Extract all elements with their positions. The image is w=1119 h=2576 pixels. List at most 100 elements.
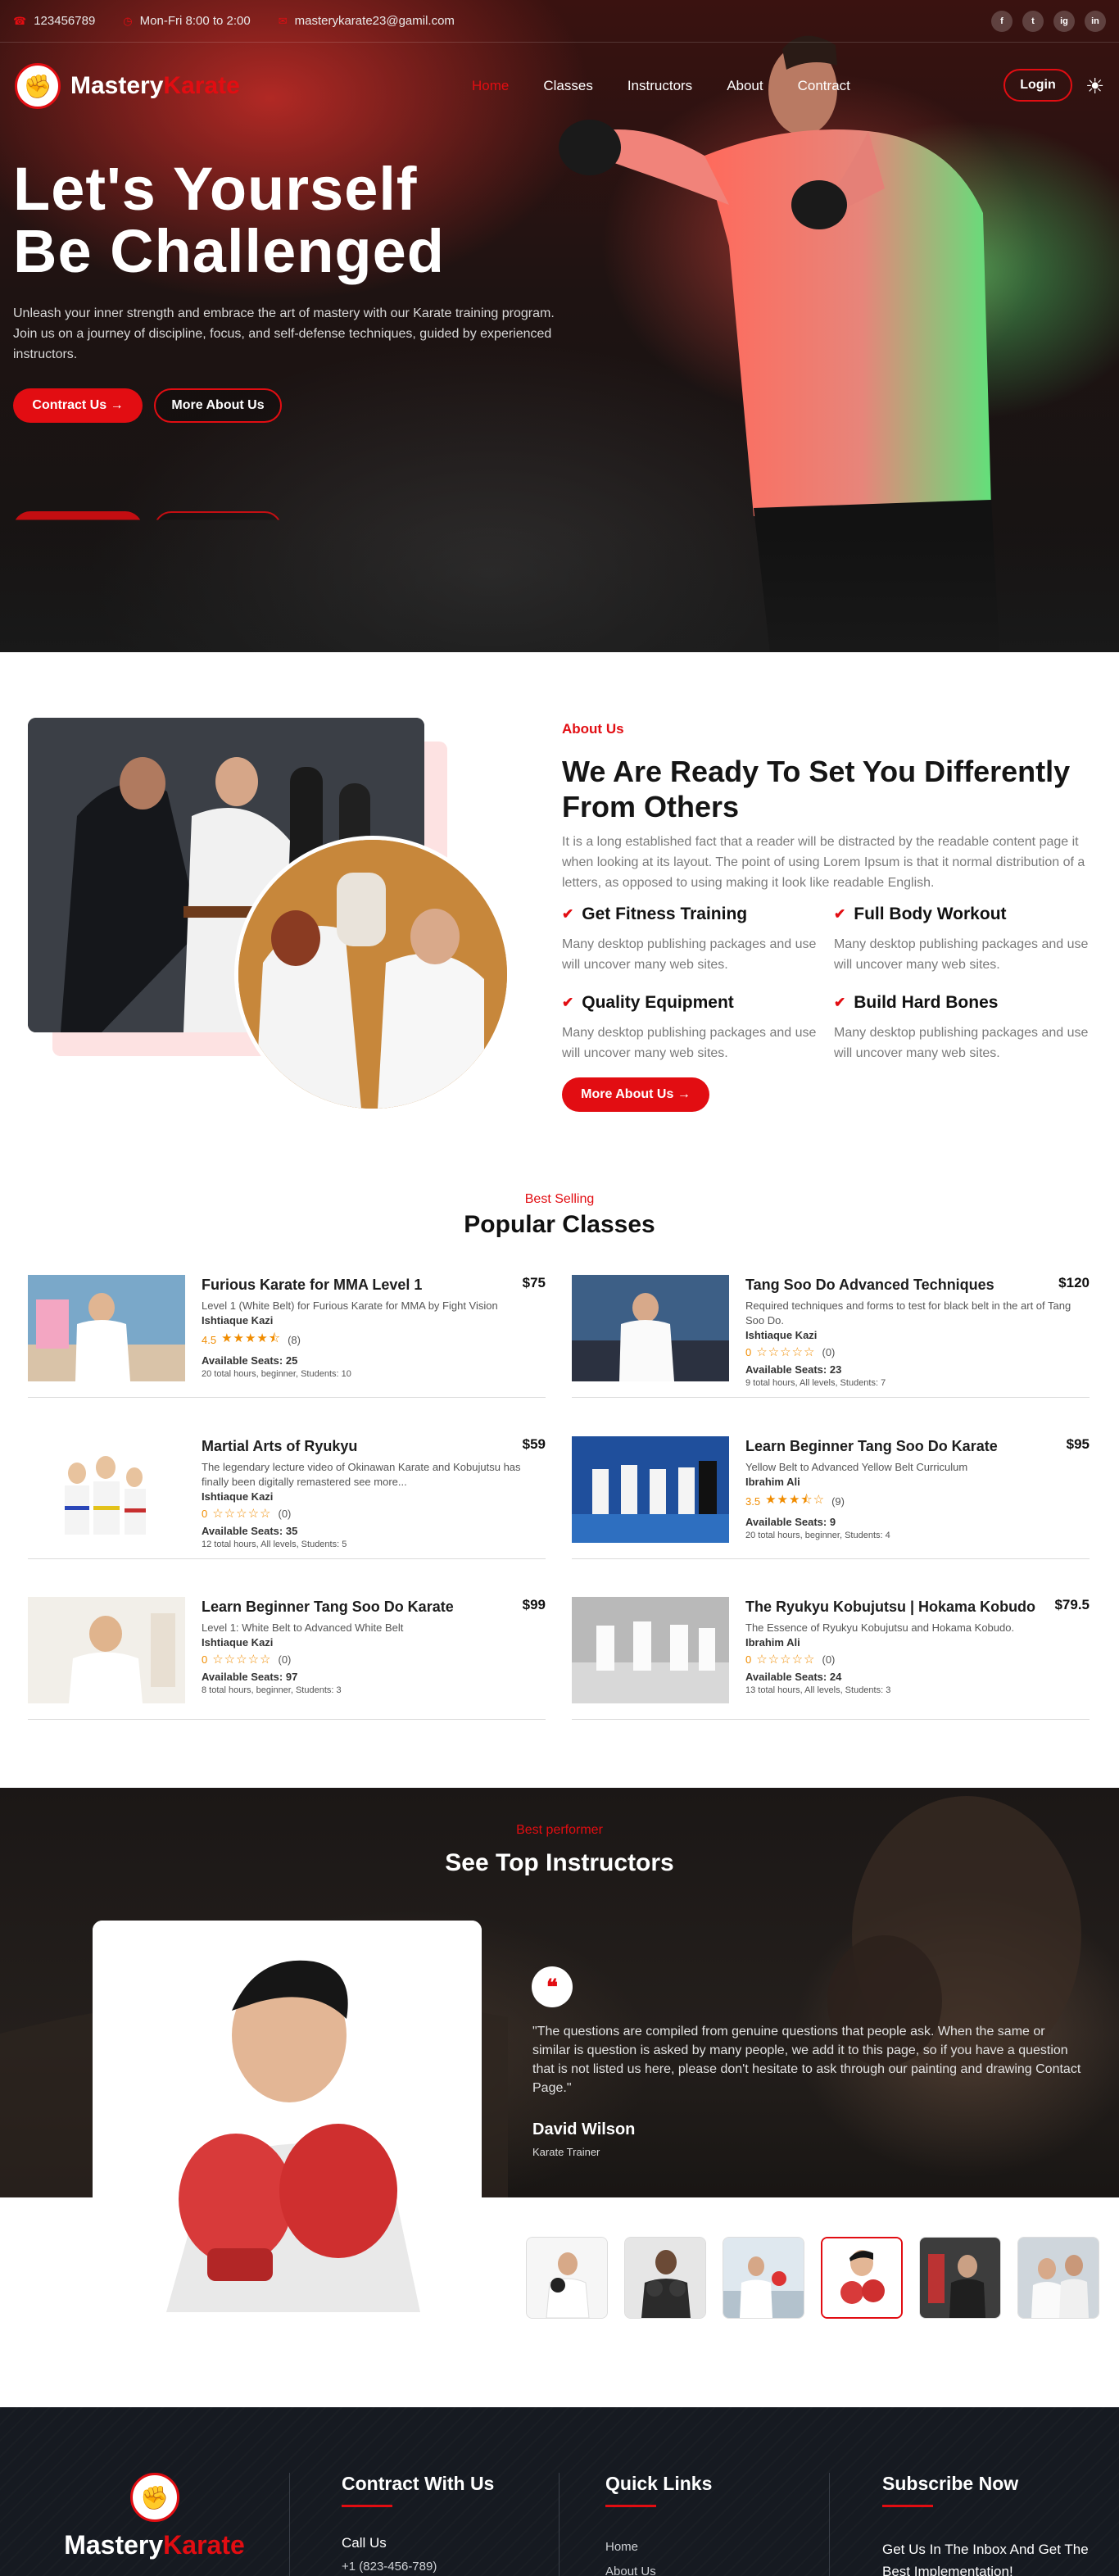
instructor-thumbnail[interactable] (723, 2237, 804, 2319)
class-card[interactable]: Furious Karate for MMA Level 1 Level 1 (… (28, 1275, 546, 1398)
instructors-section-title: See Top Instructors (445, 1849, 674, 1876)
theme-toggle-sun-icon[interactable]: ☀ (1085, 74, 1104, 99)
classes-section-title: Popular Classes (464, 1211, 655, 1238)
class-meta: 8 total hours, beginner, Students: 3 (202, 1685, 342, 1695)
nav-about[interactable]: About (727, 78, 763, 94)
feature-build-hard-bones: ✔ Build Hard Bones Many desktop publishin… (834, 993, 1092, 1064)
footer-logo-karate: Karate (163, 2530, 245, 2560)
footer-link-home[interactable]: Home (605, 2540, 638, 2554)
footer-link-about[interactable]: About Us (605, 2565, 656, 2576)
facebook-icon[interactable]: f (991, 10, 1013, 32)
class-price: $59 (522, 1436, 546, 1452)
class-seats: Available Seats: 23 (745, 1363, 842, 1376)
rating-value: 0 (745, 1345, 752, 1358)
class-title[interactable]: Learn Beginner Tang Soo Do Karate (745, 1438, 1073, 1455)
footer-links-heading: Quick Links (605, 2473, 712, 2507)
class-price: $75 (522, 1275, 546, 1290)
class-thumbnail (572, 1275, 729, 1381)
site-logo[interactable]: ✊ Mastery Karate (15, 63, 240, 109)
phone-icon: ☎ (13, 14, 27, 27)
footer-logo-mastery: Mastery (64, 2530, 164, 2560)
arrow-right-icon: → (677, 1087, 691, 1101)
class-price: $79.5 (1054, 1597, 1090, 1612)
feature-title: Build Hard Bones (854, 993, 999, 1012)
hero-title-line1: Let's Yourself (13, 155, 418, 223)
footer-logo[interactable]: ✊ MasteryKarate (54, 2473, 255, 2560)
hero-lower-band (0, 528, 1119, 652)
footer-phone[interactable]: +1 (823-456-789) (342, 2560, 437, 2574)
double-check-icon: ✔ (834, 995, 846, 1010)
class-card[interactable]: Tang Soo Do Advanced Techniques Required… (572, 1275, 1090, 1398)
class-rating: 4.5 ★★★★⯪ (8) (202, 1330, 529, 1350)
class-title[interactable]: The Ryukyu Kobujutsu | Hokama Kobudo (745, 1599, 1073, 1616)
class-title[interactable]: Furious Karate for MMA Level 1 (202, 1277, 529, 1294)
feature-heading: ✔ Full Body Workout (834, 905, 1092, 924)
instagram-icon[interactable]: ig (1053, 10, 1075, 32)
feature-text: Many desktop publishing packages and use… (834, 937, 1089, 972)
feature-text: Many desktop publishing packages and use… (562, 1026, 817, 1060)
class-title[interactable]: Martial Arts of Ryukyu (202, 1438, 529, 1455)
instructor-thumbnail[interactable] (624, 2237, 706, 2319)
instructor-illustration (93, 1921, 482, 2312)
footer-call-label: Call Us (342, 2535, 387, 2551)
instructor-thumbnail[interactable] (919, 2237, 1001, 2319)
class-card[interactable]: Learn Beginner Tang Soo Do Karate Level … (28, 1597, 546, 1720)
twitter-icon[interactable]: t (1022, 10, 1044, 32)
class-card[interactable]: The Ryukyu Kobujutsu | Hokama Kobudo The… (572, 1597, 1090, 1720)
nav-home[interactable]: Home (472, 78, 509, 94)
class-rating: 0 ☆☆☆☆☆ (0) (202, 1652, 529, 1667)
top-bar: ☎ 123456789 ◷ Mon-Fri 8:00 to 2:00 ✉ mas… (0, 0, 1119, 43)
feature-text: Many desktop publishing packages and use… (562, 937, 817, 972)
class-card[interactable]: Learn Beginner Tang Soo Do Karate Yellow… (572, 1436, 1090, 1559)
instructor-role: Karate Trainer (532, 2146, 600, 2158)
rating-value: 0 (745, 1653, 752, 1666)
linkedin-icon[interactable]: in (1085, 10, 1106, 32)
class-instructor: Ibrahim Ali (745, 1476, 800, 1488)
class-description: The legendary lecture video of Okinawan … (202, 1461, 521, 1488)
feature-heading: ✔ Get Fitness Training (562, 905, 820, 924)
class-thumbnail (572, 1436, 729, 1543)
nav-instructors[interactable]: Instructors (627, 78, 692, 94)
instructor-thumbnail[interactable] (526, 2237, 608, 2319)
about-section-text: It is a long established fact that a rea… (562, 835, 1085, 890)
phone-info: ☎ 123456789 (13, 14, 95, 28)
main-nav: ✊ Mastery Karate Home Classes Instructors… (0, 59, 1119, 113)
instructor-photo (93, 1921, 482, 2312)
self-defense-illustration (238, 840, 507, 1109)
nav-contract[interactable]: Contract (798, 78, 850, 94)
logo-text-mastery: Mastery (70, 72, 164, 99)
review-count: (0) (278, 1653, 292, 1666)
login-button[interactable]: Login (1003, 69, 1072, 102)
feature-heading: ✔ Build Hard Bones (834, 993, 1092, 1013)
class-description: Required techniques and forms to test fo… (745, 1299, 1071, 1327)
hero-description: Unleash your inner strength and embrace … (13, 306, 555, 361)
instructor-thumbnail-selected[interactable] (821, 2237, 903, 2319)
class-meta: 9 total hours, All levels, Students: 7 (745, 1378, 886, 1388)
class-title[interactable]: Tang Soo Do Advanced Techniques (745, 1277, 1073, 1294)
class-meta: 13 total hours, All levels, Students: 3 (745, 1685, 891, 1695)
hero-title: Let's Yourself Be Challenged (13, 158, 445, 283)
instructor-thumbnail[interactable] (1017, 2237, 1099, 2319)
class-description: Level 1 (White Belt) for Furious Karate … (202, 1299, 498, 1312)
footer-divider (829, 2473, 830, 2576)
double-check-icon: ✔ (562, 995, 574, 1010)
class-title[interactable]: Learn Beginner Tang Soo Do Karate (202, 1599, 529, 1616)
class-card[interactable]: Martial Arts of Ryukyu The legendary lec… (28, 1436, 546, 1559)
footer-subscribe-text: Get Us In The Inbox And Get The Best Imp… (882, 2542, 1089, 2576)
email-info[interactable]: ✉ masterykarate23@gamil.com (279, 14, 455, 28)
about-more-button[interactable]: More About Us → (562, 1077, 709, 1112)
feature-title: Full Body Workout (854, 905, 1007, 923)
rating-value: 0 (202, 1653, 208, 1666)
class-instructor: Ibrahim Ali (745, 1636, 800, 1649)
contract-us-button[interactable]: Contract Us → (13, 388, 143, 423)
footer-subscribe-heading: Subscribe Now (882, 2473, 1018, 2507)
arrow-right-icon: → (110, 398, 124, 412)
more-about-us-button[interactable]: More About Us (154, 388, 282, 423)
feature-heading: ✔ Quality Equipment (562, 993, 820, 1013)
footer-divider (559, 2473, 560, 2576)
email-text[interactable]: masterykarate23@gamil.com (295, 14, 455, 28)
nav-classes[interactable]: Classes (543, 78, 592, 94)
star-rating-icon: ☆☆☆☆☆ (756, 1345, 816, 1359)
class-price: $120 (1058, 1275, 1090, 1290)
karate-emblem-icon: ✊ (15, 63, 61, 109)
